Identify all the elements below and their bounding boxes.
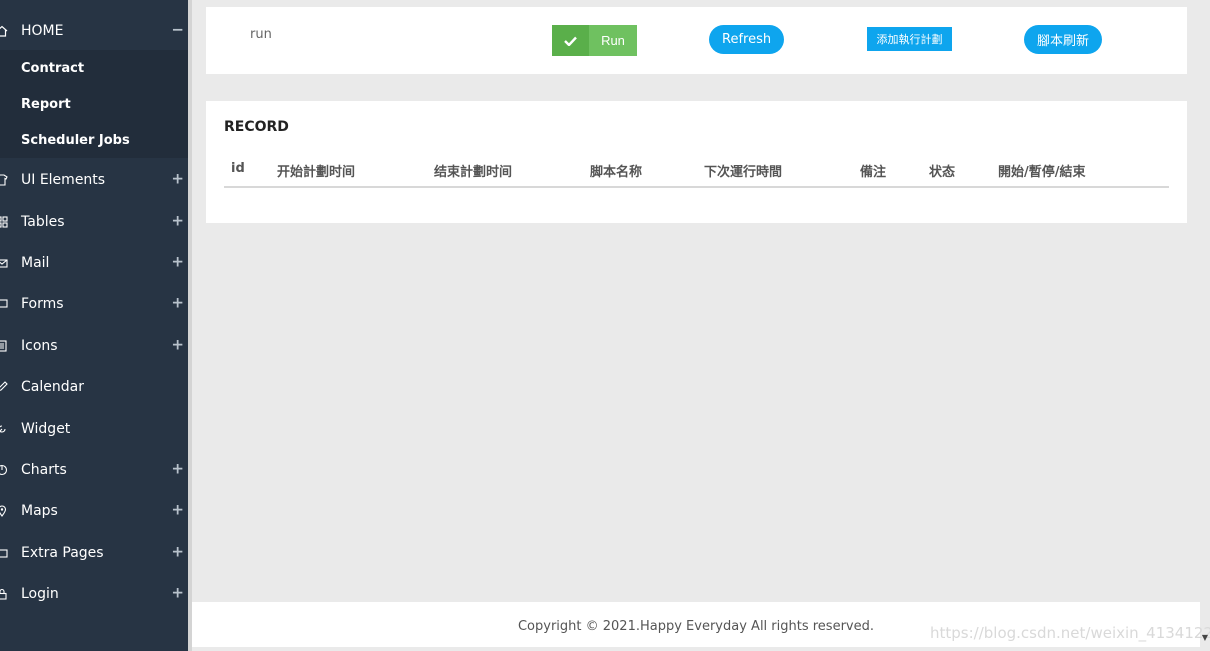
- record-table-header: id 开始計劃时间 结束計劃时间 脚本名称 下次運行時間 備注 状态 開始/暫停…: [224, 158, 1169, 188]
- sidebar-item-label: Icons: [21, 338, 58, 354]
- lock-icon: [0, 587, 9, 601]
- widget-icon: [0, 422, 9, 436]
- expand-toggle[interactable]: +: [171, 171, 184, 186]
- shirt-icon: [0, 173, 9, 187]
- sidebar-item-label: Widget: [21, 421, 71, 437]
- sidebar-item-mail[interactable]: Mail +: [0, 245, 188, 281]
- expand-toggle[interactable]: +: [171, 213, 184, 228]
- run-button-label: Run: [601, 33, 625, 48]
- sidebar-item-label: Tables: [21, 214, 65, 230]
- sidebar-subitem-scheduler-jobs[interactable]: Scheduler Jobs: [0, 122, 188, 158]
- table-icon: [0, 215, 9, 229]
- scroll-down-arrow-icon[interactable]: ▼: [1200, 630, 1210, 644]
- record-title: RECORD: [224, 119, 289, 135]
- sidebar-item-calendar[interactable]: Calendar: [0, 369, 188, 405]
- column-header-end-time: 结束計劃时间: [434, 165, 513, 180]
- sidebar-item-label: Calendar: [21, 379, 84, 395]
- mail-icon: [0, 256, 9, 270]
- sidebar-item-login[interactable]: Login +: [0, 576, 188, 612]
- sidebar-item-widget[interactable]: Widget: [0, 411, 188, 447]
- sidebar-item-label: Mail: [21, 255, 50, 271]
- sidebar-subitem-label: Scheduler Jobs: [21, 132, 130, 148]
- run-button[interactable]: Run: [552, 25, 637, 56]
- expand-toggle[interactable]: +: [171, 585, 184, 600]
- sidebar-item-label: HOME: [21, 23, 64, 39]
- collapse-toggle[interactable]: −: [171, 22, 184, 37]
- expand-toggle[interactable]: +: [171, 337, 184, 352]
- toolbar-panel: run Run Refresh 添加執行計劃 腳本刷新: [206, 7, 1187, 74]
- expand-toggle[interactable]: +: [171, 461, 184, 476]
- sidebar-subitem-report[interactable]: Report: [0, 86, 188, 122]
- sidebar-item-extra-pages[interactable]: Extra Pages +: [0, 535, 188, 571]
- page-icon: [0, 546, 9, 560]
- calendar-icon: [0, 380, 9, 394]
- sidebar-item-forms[interactable]: Forms +: [0, 286, 188, 322]
- expand-toggle[interactable]: +: [171, 502, 184, 517]
- sidebar: HOME − Contract Report Scheduler Jobs UI…: [0, 0, 192, 651]
- sidebar-edge: [188, 0, 192, 651]
- column-header-remark: 備注: [860, 165, 887, 180]
- expand-toggle[interactable]: +: [171, 544, 184, 559]
- sidebar-item-icons[interactable]: Icons +: [0, 328, 188, 364]
- watermark: https://blog.csdn.net/weixin_41341221: [930, 624, 1210, 642]
- script-refresh-button[interactable]: 腳本刷新: [1024, 25, 1103, 54]
- sidebar-subitem-label: Contract: [21, 60, 85, 76]
- form-icon: [0, 297, 9, 311]
- run-label: run: [250, 27, 272, 42]
- list-icon: [0, 339, 9, 353]
- record-panel: RECORD id 开始計劃时间 结束計劃时间 脚本名称 下次運行時間 備注 状…: [206, 101, 1187, 223]
- check-icon: [552, 25, 589, 56]
- sidebar-item-charts[interactable]: Charts +: [0, 452, 188, 488]
- home-icon: [0, 24, 9, 38]
- sidebar-item-home[interactable]: HOME −: [0, 13, 188, 49]
- column-header-id: id: [231, 161, 245, 176]
- refresh-button[interactable]: Refresh: [709, 25, 785, 54]
- sidebar-item-label: Charts: [21, 462, 67, 478]
- sidebar-item-maps[interactable]: Maps +: [0, 493, 188, 529]
- pie-chart-icon: [0, 463, 9, 477]
- column-header-start-time: 开始計劃时间: [277, 165, 356, 180]
- sidebar-item-ui-elements[interactable]: UI Elements +: [0, 162, 188, 198]
- column-header-script-name: 脚本名称: [590, 165, 643, 180]
- sidebar-subitem-label: Report: [21, 96, 71, 112]
- sidebar-item-label: UI Elements: [21, 172, 106, 188]
- sidebar-item-tables[interactable]: Tables +: [0, 204, 188, 240]
- sidebar-item-label: Forms: [21, 296, 64, 312]
- expand-toggle[interactable]: +: [171, 254, 184, 269]
- column-header-status: 状态: [929, 165, 956, 180]
- sidebar-item-label: Login: [21, 586, 59, 602]
- sidebar-item-label: Extra Pages: [21, 545, 104, 561]
- add-plan-button[interactable]: 添加執行計劃: [867, 27, 952, 51]
- expand-toggle[interactable]: +: [171, 295, 184, 310]
- sidebar-item-label: Maps: [21, 503, 58, 519]
- sidebar-subitem-contract[interactable]: Contract: [0, 50, 188, 86]
- column-header-actions: 開始/暫停/結束: [998, 165, 1086, 180]
- map-pin-icon: [0, 504, 9, 518]
- column-header-next-run-time: 下次運行時間: [704, 165, 783, 180]
